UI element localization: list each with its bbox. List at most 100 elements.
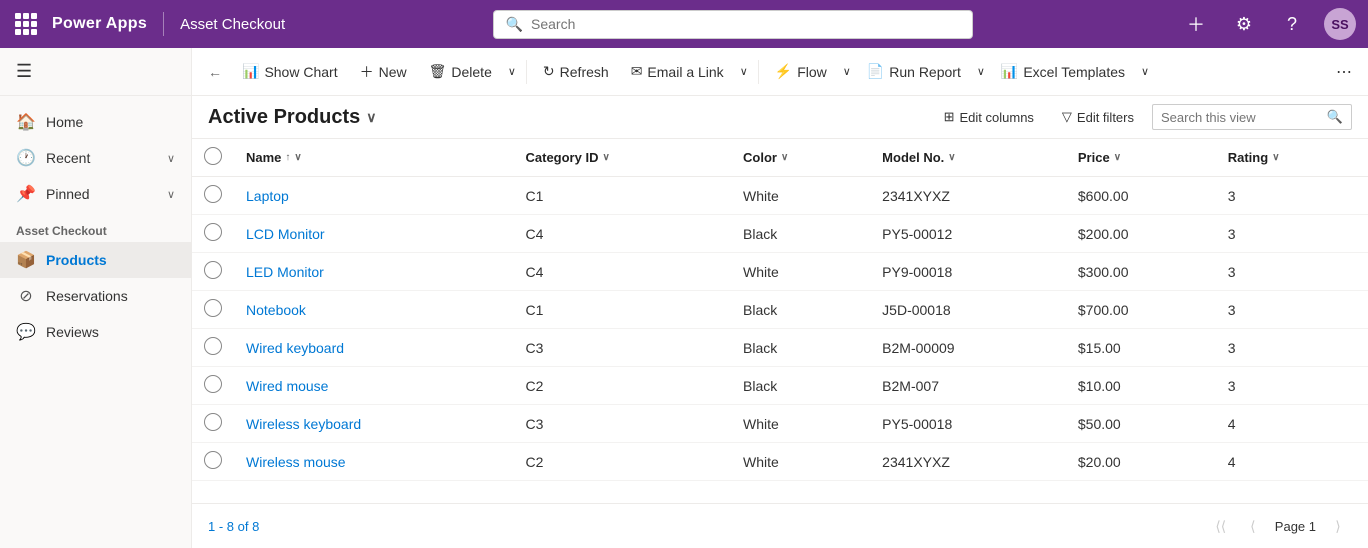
more-options-button[interactable]: ⋯ <box>1328 56 1360 88</box>
grid-title-chevron-icon[interactable]: ∨ <box>366 109 376 126</box>
top-bar-divider <box>163 12 164 36</box>
row-category-3: C1 <box>514 291 732 329</box>
sidebar-item-reviews[interactable]: 💬 Reviews <box>0 314 191 350</box>
search-view-icon: 🔍 <box>1327 109 1343 125</box>
edit-columns-button[interactable]: ⊞ Edit columns <box>934 104 1044 130</box>
email-chevron-button[interactable]: ∨ <box>736 59 752 84</box>
prev-page-button[interactable]: ⟨ <box>1239 512 1267 540</box>
col-header-rating[interactable]: Rating ∨ <box>1216 139 1368 177</box>
sidebar-home-label: Home <box>46 114 83 130</box>
back-button[interactable]: ← <box>200 58 230 86</box>
row-model-2: PY9-00018 <box>870 253 1066 291</box>
col-header-model-no[interactable]: Model No. ∨ <box>870 139 1066 177</box>
row-rating-2: 3 <box>1216 253 1368 291</box>
row-name-link-5[interactable]: Wired mouse <box>246 378 328 394</box>
col-header-category-id[interactable]: Category ID ∨ <box>514 139 732 177</box>
row-check-0[interactable] <box>192 177 234 215</box>
reviews-icon: 💬 <box>16 322 36 342</box>
row-check-4[interactable] <box>192 329 234 367</box>
excel-templates-button[interactable]: 📊 Excel Templates <box>991 57 1135 86</box>
main-layout: ☰ 🏠 Home 🕐 Recent ∨ 📌 Pinned <box>0 48 1368 548</box>
toolbar-separator-2 <box>758 60 759 84</box>
show-chart-button[interactable]: 📊 Show Chart <box>232 57 348 86</box>
row-check-2[interactable] <box>192 253 234 291</box>
category-filter-icon[interactable]: ∨ <box>602 152 609 163</box>
table-row: Wireless mouse C2 White 2341XYXZ $20.00 … <box>192 443 1368 481</box>
excel-icon: 📊 <box>1001 63 1018 80</box>
row-name-link-0[interactable]: Laptop <box>246 188 289 204</box>
col-header-color[interactable]: Color ∨ <box>731 139 870 177</box>
grid-header-actions: ⊞ Edit columns ▽ Edit filters 🔍 <box>934 104 1352 130</box>
sidebar-item-recent[interactable]: 🕐 Recent ∨ <box>0 140 191 176</box>
table-row: Wireless keyboard C3 White PY5-00018 $50… <box>192 405 1368 443</box>
first-page-button[interactable]: ⟨⟨ <box>1207 512 1235 540</box>
run-report-button[interactable]: 📄 Run Report <box>857 57 971 86</box>
sidebar-item-pinned[interactable]: 📌 Pinned ∨ <box>0 176 191 212</box>
table-header: Name ↑ ∨ Category ID ∨ <box>192 139 1368 177</box>
select-all-checkbox[interactable] <box>204 147 222 165</box>
next-page-button[interactable]: ⟩ <box>1324 512 1352 540</box>
row-model-3: J5D-00018 <box>870 291 1066 329</box>
edit-columns-label: Edit columns <box>960 110 1034 125</box>
row-check-5[interactable] <box>192 367 234 405</box>
excel-chevron-button[interactable]: ∨ <box>1137 59 1153 84</box>
row-rating-5: 3 <box>1216 367 1368 405</box>
edit-filters-button[interactable]: ▽ Edit filters <box>1052 104 1144 130</box>
row-category-6: C3 <box>514 405 732 443</box>
refresh-button[interactable]: ↻ Refresh <box>533 57 619 86</box>
user-avatar[interactable]: SS <box>1324 8 1356 40</box>
search-view-box[interactable]: 🔍 <box>1152 104 1352 130</box>
row-name-7: Wireless mouse <box>234 443 514 481</box>
table-row: Laptop C1 White 2341XYXZ $600.00 3 <box>192 177 1368 215</box>
new-button[interactable]: ＋ New <box>350 56 417 88</box>
flow-button[interactable]: ⚡ Flow <box>765 57 837 86</box>
rating-filter-icon[interactable]: ∨ <box>1272 152 1279 163</box>
row-check-3[interactable] <box>192 291 234 329</box>
sidebar-item-home[interactable]: 🏠 Home <box>0 104 191 140</box>
settings-icon[interactable]: ⚙ <box>1228 8 1260 40</box>
sidebar-recent-label: Recent <box>46 150 90 166</box>
row-name-link-3[interactable]: Notebook <box>246 302 306 318</box>
row-price-2: $300.00 <box>1066 253 1216 291</box>
row-name-link-7[interactable]: Wireless mouse <box>246 454 346 470</box>
run-report-chevron-button[interactable]: ∨ <box>973 59 989 84</box>
add-button[interactable]: ＋ <box>1180 8 1212 40</box>
sidebar-item-products[interactable]: 📦 Products <box>0 242 191 278</box>
table-body: Laptop C1 White 2341XYXZ $600.00 3 LCD M… <box>192 177 1368 481</box>
products-table: Name ↑ ∨ Category ID ∨ <box>192 139 1368 481</box>
sidebar-item-reservations[interactable]: ⊘ Reservations <box>0 278 191 314</box>
delete-chevron-button[interactable]: ∨ <box>504 59 520 84</box>
row-category-0: C1 <box>514 177 732 215</box>
row-name-link-2[interactable]: LED Monitor <box>246 264 324 280</box>
content-area: ← 📊 Show Chart ＋ New 🗑 Delete ∨ ↻ Refres… <box>192 48 1368 548</box>
flow-chevron-button[interactable]: ∨ <box>839 59 855 84</box>
color-filter-icon[interactable]: ∨ <box>781 152 788 163</box>
row-name-link-6[interactable]: Wireless keyboard <box>246 416 361 432</box>
row-check-6[interactable] <box>192 405 234 443</box>
home-icon: 🏠 <box>16 112 36 132</box>
price-filter-icon[interactable]: ∨ <box>1114 152 1121 163</box>
row-price-0: $600.00 <box>1066 177 1216 215</box>
waffle-menu-button[interactable] <box>12 10 40 38</box>
toolbar: ← 📊 Show Chart ＋ New 🗑 Delete ∨ ↻ Refres… <box>192 48 1368 96</box>
name-filter-icon[interactable]: ∨ <box>294 152 301 163</box>
row-check-1[interactable] <box>192 215 234 253</box>
help-icon[interactable]: ? <box>1276 8 1308 40</box>
row-check-7[interactable] <box>192 443 234 481</box>
row-rating-0: 3 <box>1216 177 1368 215</box>
chart-icon: 📊 <box>242 63 259 80</box>
col-header-price[interactable]: Price ∨ <box>1066 139 1216 177</box>
global-search-box[interactable]: 🔍 <box>493 10 973 39</box>
search-view-input[interactable] <box>1161 110 1321 125</box>
model-filter-icon[interactable]: ∨ <box>948 152 955 163</box>
row-name-link-1[interactable]: LCD Monitor <box>246 226 325 242</box>
global-search-input[interactable] <box>531 16 960 32</box>
delete-button[interactable]: 🗑 Delete <box>419 57 502 86</box>
sidebar-toggle-button[interactable]: ☰ <box>0 48 191 96</box>
grid-title: Active Products ∨ <box>208 106 377 129</box>
email-link-button[interactable]: ✉ Email a Link <box>621 57 734 86</box>
row-name-link-4[interactable]: Wired keyboard <box>246 340 344 356</box>
col-header-name[interactable]: Name ↑ ∨ <box>234 139 514 177</box>
sidebar-reviews-label: Reviews <box>46 324 99 340</box>
row-model-4: B2M-00009 <box>870 329 1066 367</box>
